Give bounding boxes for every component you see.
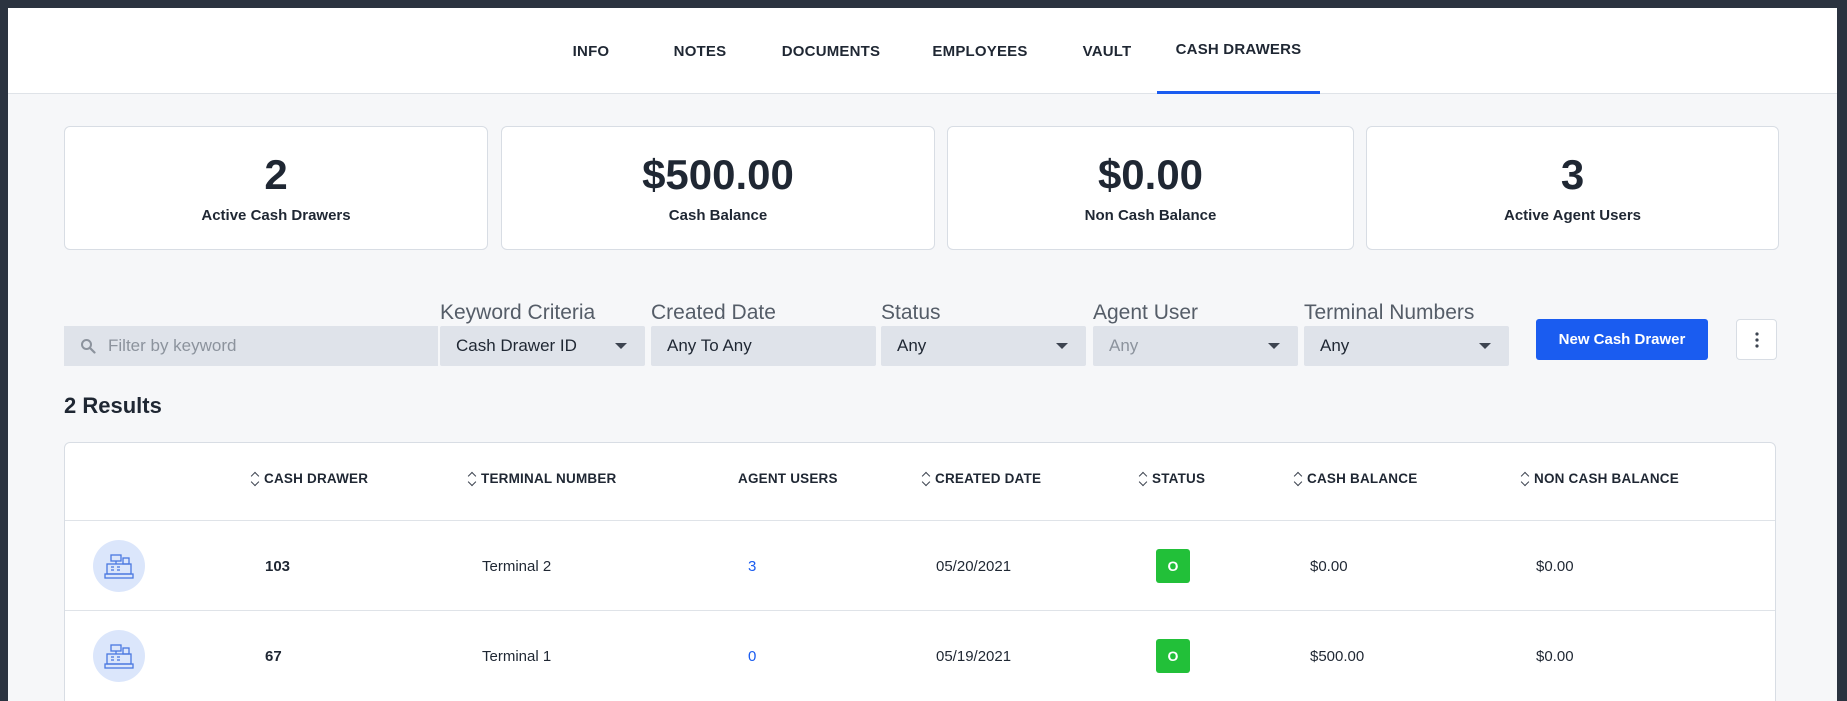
chevron-down-icon [1268,343,1280,349]
table-row[interactable]: 67 Terminal 1 0 05/19/2021 O $500.00 $0.… [65,611,1775,701]
agent-user-label: Agent User [1093,301,1199,324]
cash-balance: $0.00 [1310,557,1348,575]
cash-register-icon [104,554,134,579]
new-cash-drawer-button[interactable]: New Cash Drawer [1536,319,1708,360]
keyword-criteria-value: Cash Drawer ID [456,336,577,355]
column-header-label: CREATED DATE [935,471,1042,486]
stat-label: Active Cash Drawers [201,206,351,224]
results-count: 2 Results [64,393,162,418]
created-date: 05/19/2021 [936,647,1012,665]
tab-documents[interactable]: DOCUMENTS [776,8,886,94]
sort-icon [1294,472,1302,486]
stat-value: $0.00 [1097,151,1204,199]
created-date-field[interactable]: Any To Any [651,326,876,366]
terminal-numbers-label: Terminal Numbers [1304,301,1475,324]
tab-cash-drawers[interactable]: CASH DRAWERS [1157,8,1320,94]
column-header-cash-drawer[interactable]: CASH DRAWER [251,471,368,486]
more-options-button[interactable] [1736,319,1777,360]
cash-register-icon [104,644,134,669]
keyword-criteria-label: Keyword Criteria [440,301,596,324]
column-header-label: TERMINAL NUMBER [481,471,617,486]
column-header-label: STATUS [1152,471,1206,486]
search-input[interactable] [64,326,438,366]
column-header-cash-balance[interactable]: CASH BALANCE [1294,471,1417,486]
sort-icon [251,472,259,486]
stat-label: Cash Balance [668,206,768,224]
tab-vault[interactable]: VAULT [1072,8,1142,94]
status-badge: O [1156,549,1190,583]
cash-drawers-table: CASH DRAWER TERMINAL NUMBER AGENT USERS … [64,442,1776,701]
terminal-number: Terminal 1 [482,647,552,665]
status-label: Status [881,301,941,324]
cash-balance: $500.00 [1310,647,1365,665]
column-header-agent-users: AGENT USERS [738,471,838,486]
column-header-non-cash-balance[interactable]: NON CASH BALANCE [1521,471,1679,486]
terminal-number: Terminal 2 [482,557,552,575]
cash-drawers-page: INFO NOTES DOCUMENTS EMPLOYEES VAULT CAS… [8,8,1837,701]
kebab-menu-icon [1754,331,1759,348]
non-cash-balance: $0.00 [1536,647,1574,665]
agent-users-link[interactable]: 3 [748,521,756,611]
sort-icon [1139,472,1147,486]
agent-user-value: Any [1109,336,1139,355]
cash-drawer-id: 67 [265,647,282,665]
cash-register-avatar [93,630,145,682]
stat-value: 2 [264,151,288,199]
agent-users-link[interactable]: 0 [748,611,756,701]
agent-user-select[interactable]: Any [1093,326,1298,366]
status-value: Any [897,336,927,355]
sort-icon [1521,472,1529,486]
created-date-label: Created Date [651,301,776,324]
column-header-label: CASH DRAWER [264,471,369,486]
stat-label: Active Agent Users [1504,206,1641,224]
status-badge: O [1156,639,1190,673]
column-header-created-date[interactable]: CREATED DATE [922,471,1041,486]
stat-active-cash-drawers: 2 Active Cash Drawers [64,126,488,250]
terminal-numbers-select[interactable]: Any [1304,326,1509,366]
column-header-label: AGENT USERS [738,471,838,486]
sort-icon [922,472,930,486]
stat-non-cash-balance: $0.00 Non Cash Balance [947,126,1354,250]
stat-value: 3 [1560,151,1585,199]
stat-cash-balance: $500.00 Cash Balance [501,126,935,250]
search-icon [81,339,96,354]
stat-value: $500.00 [642,151,794,199]
column-header-label: CASH BALANCE [1307,471,1418,486]
cash-drawer-id: 103 [265,557,291,575]
tab-notes[interactable]: NOTES [660,8,740,94]
created-date-value: Any To Any [667,336,752,355]
terminal-numbers-value: Any [1320,336,1350,355]
column-header-terminal-number[interactable]: TERMINAL NUMBER [468,471,617,486]
non-cash-balance: $0.00 [1536,557,1574,575]
stat-active-agent-users: 3 Active Agent Users [1366,126,1779,250]
column-header-label: NON CASH BALANCE [1534,471,1679,486]
column-header-status[interactable]: STATUS [1139,471,1205,486]
chevron-down-icon [1479,343,1491,349]
status-select[interactable]: Any [881,326,1086,366]
chevron-down-icon [1056,343,1068,349]
chevron-down-icon [615,343,627,349]
keyword-criteria-select[interactable]: Cash Drawer ID [440,326,645,366]
created-date: 05/20/2021 [936,557,1012,575]
tab-info[interactable]: INFO [556,8,626,94]
cash-register-avatar [93,540,145,592]
table-row[interactable]: 103 Terminal 2 3 05/20/2021 O $0.00 $0.0… [65,521,1775,611]
tab-bar: INFO NOTES DOCUMENTS EMPLOYEES VAULT CAS… [8,8,1837,94]
sort-icon [468,472,476,486]
tab-employees[interactable]: EMPLOYEES [926,8,1034,94]
stat-label: Non Cash Balance [1084,206,1217,224]
